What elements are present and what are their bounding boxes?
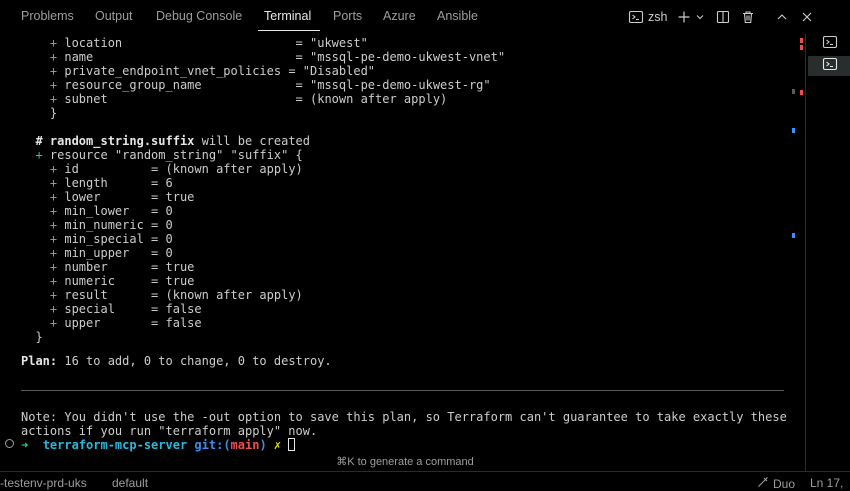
shell-label: zsh bbox=[648, 10, 668, 24]
terminal-line: + name = "mssql-pe-demo-ukwest-vnet" bbox=[49, 50, 506, 64]
terminal-line: + resource "random_string" "suffix" { bbox=[35, 148, 303, 162]
terminal-line: + min_lower = 0 bbox=[49, 204, 173, 218]
active-tab-indicator bbox=[258, 30, 320, 31]
terminal-list-item[interactable] bbox=[808, 34, 850, 54]
terminal-icon bbox=[822, 56, 838, 77]
tab-output[interactable]: Output bbox=[95, 9, 133, 23]
duo-icon bbox=[757, 476, 769, 491]
terminal-cursor bbox=[288, 438, 296, 451]
tab-ports[interactable]: Ports bbox=[333, 9, 362, 23]
note-line-2: actions if you run "terraform apply" now… bbox=[21, 424, 318, 438]
scroll-marker bbox=[800, 45, 803, 50]
tab-terminal[interactable]: Terminal bbox=[264, 9, 311, 23]
terminal-line: + subnet = (known after apply) bbox=[49, 92, 448, 106]
terminal-list bbox=[805, 34, 850, 471]
terminal-line: + length = 6 bbox=[49, 176, 173, 190]
note-line-1: Note: You didn't use the -out option to … bbox=[21, 410, 787, 424]
terminal-scrollbar[interactable] bbox=[790, 34, 804, 471]
tab-problems[interactable]: Problems bbox=[21, 9, 74, 23]
terminal-list-item-active[interactable] bbox=[808, 56, 850, 76]
scroll-marker bbox=[792, 233, 795, 238]
scroll-marker bbox=[800, 38, 803, 43]
maximize-panel-button[interactable] bbox=[776, 7, 788, 27]
close-icon bbox=[801, 11, 813, 23]
close-panel-button[interactable] bbox=[801, 7, 813, 27]
trash-icon bbox=[741, 10, 755, 24]
terminal-line: + min_special = 0 bbox=[49, 232, 173, 246]
terminal-line: + resource_group_name = "mssql-pe-demo-u… bbox=[49, 78, 491, 92]
terminal-line: + special = false bbox=[49, 302, 202, 316]
plus-icon bbox=[677, 10, 691, 24]
terminal-line: } bbox=[35, 330, 43, 344]
terminal-line: + lower = true bbox=[49, 190, 195, 204]
status-workspace[interactable]: default bbox=[112, 476, 148, 490]
terminal-line: + location = "ukwest" bbox=[49, 36, 368, 50]
output-divider bbox=[21, 390, 784, 391]
terminal-line: } bbox=[49, 106, 58, 120]
command-status-icon[interactable] bbox=[5, 439, 14, 448]
terminal-icon bbox=[822, 34, 838, 55]
scroll-marker bbox=[800, 90, 803, 95]
status-bar: -testenv-prd-uks default Duo Ln 17, bbox=[0, 471, 850, 491]
tab-ansible[interactable]: Ansible bbox=[437, 9, 478, 23]
new-terminal-button[interactable] bbox=[677, 7, 691, 27]
panel-tab-bar: Problems Output Debug Console Terminal P… bbox=[0, 0, 850, 34]
scroll-marker bbox=[792, 128, 795, 133]
split-terminal-button[interactable] bbox=[716, 7, 730, 27]
kill-terminal-button[interactable] bbox=[741, 7, 755, 27]
chevron-down-icon bbox=[695, 12, 705, 22]
terminal-line: + upper = false bbox=[49, 316, 202, 330]
tab-debug-console[interactable]: Debug Console bbox=[156, 9, 242, 23]
generate-command-hint: ⌘K to generate a command bbox=[336, 456, 474, 468]
status-cursor-position[interactable]: Ln 17, bbox=[810, 476, 843, 490]
terminal-line: + result = (known after apply) bbox=[49, 288, 303, 302]
chevron-up-icon bbox=[776, 11, 788, 23]
terminal-icon bbox=[628, 9, 644, 25]
status-environment[interactable]: -testenv-prd-uks bbox=[0, 476, 87, 490]
terminal-line: + min_numeric = 0 bbox=[49, 218, 173, 232]
terminal-profiles-dropdown[interactable] bbox=[695, 7, 705, 27]
shell-selector[interactable]: zsh bbox=[628, 7, 667, 27]
terminal-output[interactable]: + location = "ukwest" + name = "mssql-pe… bbox=[0, 34, 790, 471]
split-icon bbox=[716, 10, 730, 24]
terminal-line: + numeric = true bbox=[49, 274, 195, 288]
terminal-line: + number = true bbox=[49, 260, 195, 274]
terminal-line: + id = (known after apply) bbox=[49, 162, 303, 176]
terminal-line: + private_endpoint_vnet_policies = "Disa… bbox=[49, 64, 376, 78]
terminal-line: + min_upper = 0 bbox=[49, 246, 173, 260]
shell-prompt[interactable]: ➜ terraform-mcp-server git:(main) ✗ bbox=[21, 438, 296, 452]
tab-azure[interactable]: Azure bbox=[383, 9, 416, 23]
scroll-marker bbox=[792, 89, 795, 94]
status-duo[interactable]: Duo bbox=[757, 476, 795, 491]
terminal-toolbar: zsh bbox=[628, 7, 850, 27]
terminal-line: # random_string.suffix will be created bbox=[35, 134, 310, 148]
plan-summary: Plan: 16 to add, 0 to change, 0 to destr… bbox=[21, 354, 332, 368]
